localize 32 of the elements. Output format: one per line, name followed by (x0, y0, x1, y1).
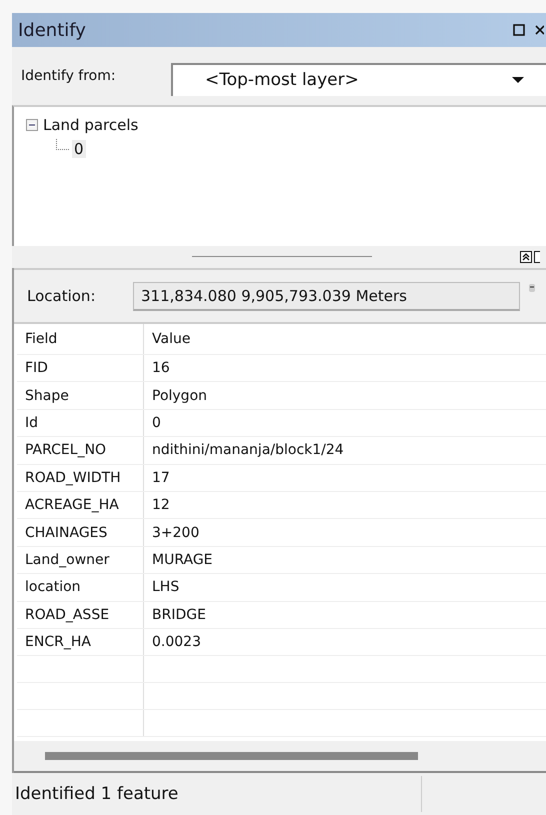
table-cell-text: ndithini/mananja/block1/24 (151, 441, 344, 460)
table-cell-text: 17 (151, 468, 170, 488)
layer-dropdown[interactable]: <Top-most layer> (171, 62, 546, 96)
table-cell: FID (17, 355, 144, 382)
table-cell-text: 12 (151, 496, 170, 516)
table-cell: Id (17, 410, 144, 436)
table-cell: Land_owner (17, 546, 144, 574)
tree-item[interactable]: 0 (72, 140, 86, 158)
table-cell-text: 0 (151, 414, 161, 433)
table-cell-text: BRIDGE (151, 606, 206, 625)
table-cell: PARCEL_NO (17, 437, 144, 464)
table-cell-text: 0.0023 (151, 633, 201, 652)
table-cell-text: 3+200 (151, 524, 200, 543)
table-cell-text: LHS (151, 578, 180, 598)
table-cell: ENCR_HA (17, 628, 144, 656)
table-cell: location (17, 574, 144, 601)
status-text: Identified 1 feature (14, 784, 180, 804)
table-cell: ROAD_ASSE (17, 602, 144, 628)
location-label: Location: (27, 287, 96, 305)
table-cell: ROAD_WIDTH (17, 464, 144, 491)
column-header[interactable]: Field (17, 324, 144, 354)
table-cell-text: MURAGE (151, 550, 213, 570)
table-cell: ACREAGE_HA (17, 492, 144, 518)
table-cell-text: Polygon (151, 386, 208, 406)
tree-item[interactable]: Land parcels (41, 116, 140, 134)
location-field[interactable]: 311,834.080 9,905,793.039 Meters (133, 282, 520, 310)
column-header[interactable]: Value (144, 324, 190, 354)
table-cell: Shape (17, 382, 144, 409)
window-title: Identify (18, 20, 87, 40)
identify-from-label: Identify from: (21, 68, 117, 84)
table-cell-text: 16 (151, 359, 170, 378)
table-cell: CHAINAGES (17, 519, 144, 546)
